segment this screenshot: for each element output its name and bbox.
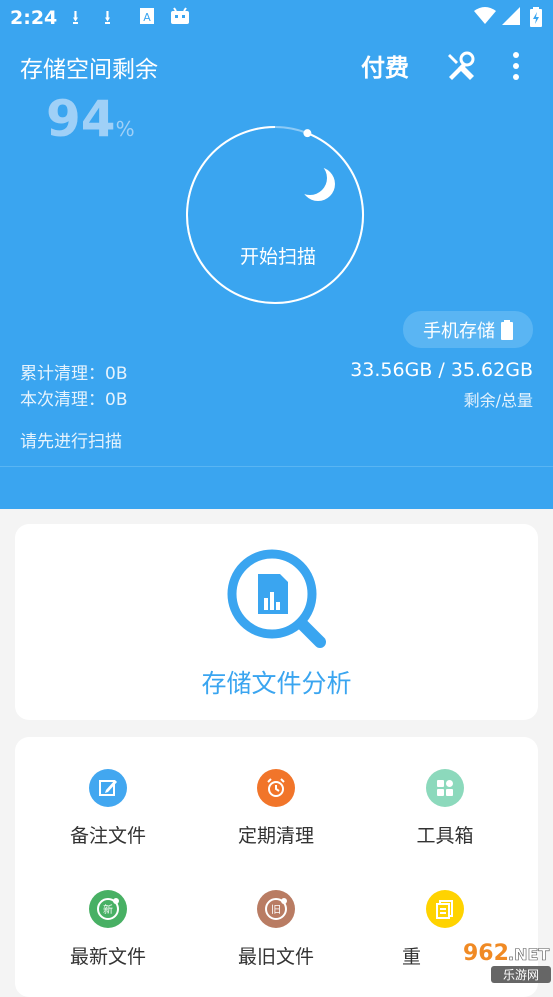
this-cleaned: 本次清理：0B <box>20 390 128 410</box>
scan-ring[interactable] <box>180 120 370 310</box>
storage-header-panel: 2:24 ⭳ ⭳ A 存储空间剩余 付费 94% 开始扫描 手机存储 累计清理：… <box>0 0 553 509</box>
tool-label: 最新文件 <box>69 946 146 968</box>
text-app-icon: A <box>139 7 155 28</box>
storage-analysis-label: 存储文件分析 <box>201 669 352 698</box>
storage-size: 33.56GB / 35.62GB <box>350 359 533 381</box>
tool-note-files[interactable]: 备注文件 <box>33 769 183 848</box>
total-cleaned: 累计清理：0B <box>20 364 128 384</box>
old-file-icon: 旧 <box>257 890 295 928</box>
watermark-logo: 962 .NET 乐游网 <box>463 941 551 983</box>
svg-text:.NET: .NET <box>508 945 549 964</box>
status-time: 2:24 <box>10 7 58 29</box>
download-icon: ⭳ <box>104 5 111 29</box>
new-file-icon: 新 <box>89 890 127 928</box>
tool-label: 定期清理 <box>237 825 314 847</box>
tool-scheduled-clean[interactable]: 定期清理 <box>201 769 351 848</box>
phone-storage-button[interactable]: 手机存储 <box>403 311 533 348</box>
tool-toolbox[interactable]: 工具箱 <box>370 769 520 848</box>
svg-text:962: 962 <box>463 941 509 966</box>
tool-oldest-files[interactable]: 旧 最旧文件 <box>201 890 351 969</box>
svg-text:新: 新 <box>103 903 113 916</box>
tool-newest-files[interactable]: 新 最新文件 <box>33 890 183 969</box>
signal-icon <box>502 7 520 28</box>
tool-label: 工具箱 <box>416 825 474 847</box>
scan-hint: 请先进行扫描 <box>20 432 122 452</box>
wifi-icon <box>474 7 496 28</box>
storage-size-label: 剩余/总量 <box>463 391 533 410</box>
tool-label: 最旧文件 <box>237 946 314 968</box>
svg-text:乐游网: 乐游网 <box>503 968 539 982</box>
start-scan-button[interactable]: 开始扫描 <box>240 242 316 269</box>
percent-value: 94 <box>46 90 116 148</box>
duplicate-file-icon <box>426 890 464 928</box>
svg-text:旧: 旧 <box>271 904 281 916</box>
storage-analysis-card[interactable]: 存储文件分析 <box>15 524 538 720</box>
progress-dot <box>303 129 312 138</box>
storage-analysis-icon <box>227 549 326 648</box>
tool-label: 备注文件 <box>69 825 146 847</box>
percent-sign: % <box>115 117 135 141</box>
page-title: 存储空间剩余 <box>20 57 158 83</box>
more-vertical-icon[interactable] <box>506 50 526 82</box>
divider <box>0 466 553 467</box>
moon-icon <box>293 161 335 201</box>
battery-charging-icon <box>530 7 542 30</box>
pay-button[interactable]: 付费 <box>361 48 409 83</box>
remaining-percent: 94% <box>46 90 135 148</box>
tools-icon[interactable] <box>444 50 476 82</box>
phone-icon <box>501 319 513 340</box>
android-icon <box>170 7 190 28</box>
toolbox-icon <box>426 769 464 807</box>
svg-text:A: A <box>143 11 151 24</box>
phone-storage-label: 手机存储 <box>423 320 495 342</box>
status-bar: 2:24 ⭳ ⭳ A <box>0 0 553 36</box>
edit-note-icon <box>89 769 127 807</box>
alarm-clock-icon <box>257 769 295 807</box>
download-icon: ⭳ <box>72 5 79 29</box>
